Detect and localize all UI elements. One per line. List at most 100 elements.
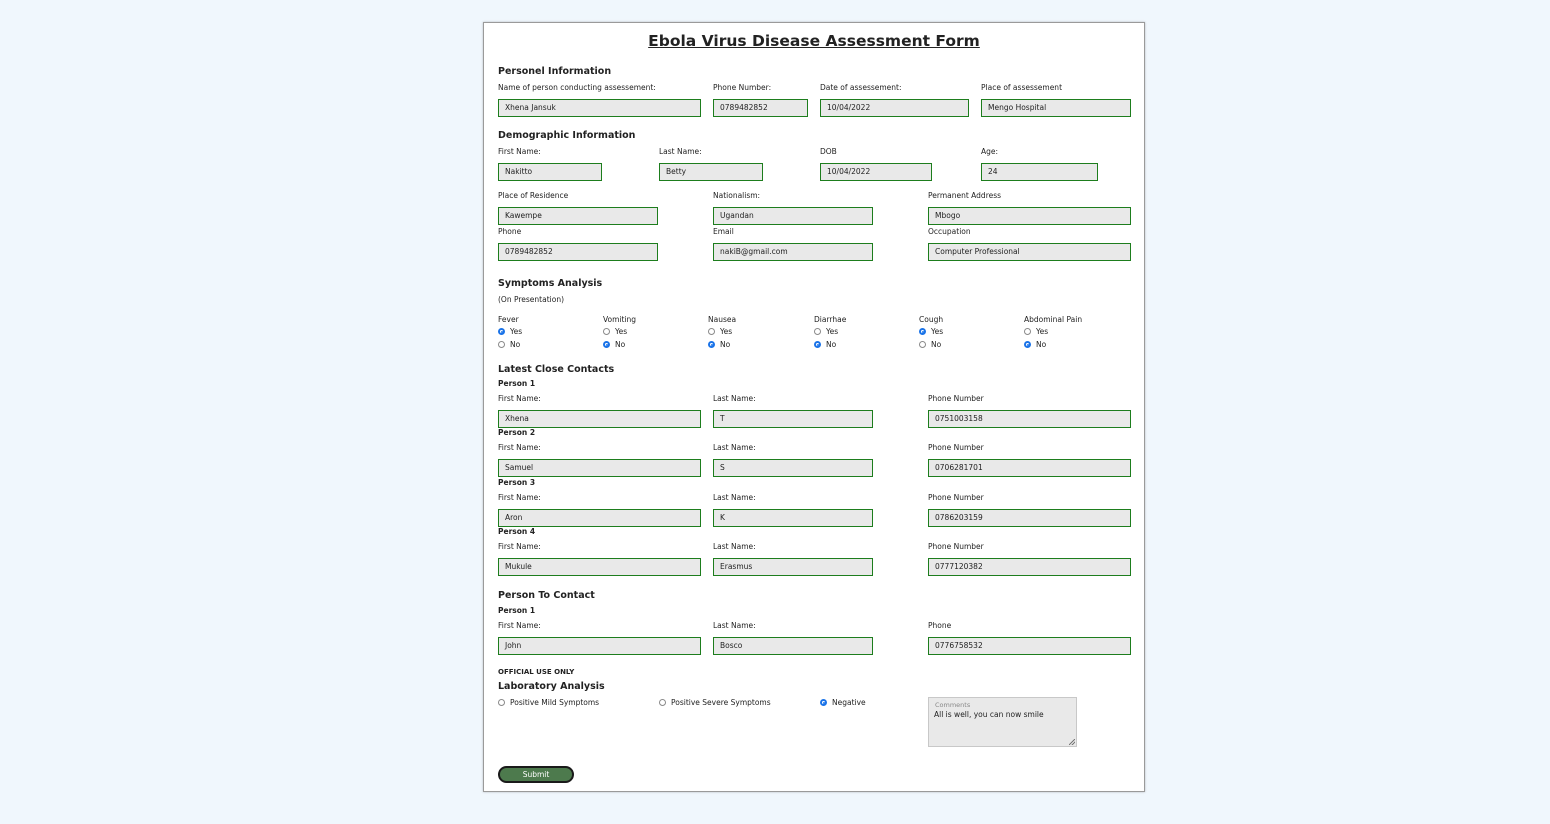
contact-3-phone-label: Phone Number [928,493,984,502]
nationalism-input[interactable]: Ugandan [713,207,873,225]
contact-2-phone-input[interactable]: 0706281701 [928,459,1131,477]
dob-input[interactable]: 10/04/2022 [820,163,932,181]
symptom-abdominal-pain-no-label: No [1036,340,1047,349]
symptom-cough-no-radio[interactable] [919,341,926,348]
section-heading-demographic: Demographic Information [498,130,636,141]
contact-3-last-name-input[interactable]: K [713,509,873,527]
lab-positive-severe-symptoms-label: Positive Severe Symptoms [671,698,771,707]
symptom-fever-no-radio[interactable] [498,341,505,348]
occupation-input[interactable]: Computer Professional [928,243,1131,261]
symptom-vomiting-no-radio[interactable] [603,341,610,348]
submit-button[interactable]: Submit [498,766,574,783]
contact-2-phone-label: Phone Number [928,443,984,452]
contact-person-3-heading: Person 3 [498,478,536,487]
person-to-contact-label: Person 1 [498,606,536,615]
lab-negative-radio[interactable] [820,699,827,706]
last-name-input[interactable]: Betty [659,163,763,181]
contact-1-first-name-input[interactable]: Xhena [498,410,701,428]
contact-4-phone-label: Phone Number [928,542,984,551]
contact-4-last-name-input[interactable]: Erasmus [713,558,873,576]
resize-grip-icon[interactable] [1069,739,1075,745]
symptom-label-cough: Cough [919,315,944,324]
section-heading-laboratory: Laboratory Analysis [498,681,605,692]
contact-1-phone-input[interactable]: 0751003158 [928,410,1131,428]
symptom-fever-yes-label: Yes [510,327,523,336]
symptom-vomiting-yes-radio[interactable] [603,328,610,335]
symptom-diarrhae-no-radio[interactable] [814,341,821,348]
contact-1-last-name-label: Last Name: [713,394,756,403]
symptom-label-nausea: Nausea [708,315,737,324]
symptom-diarrhae-yes-radio[interactable] [814,328,821,335]
contact-person-4-heading: Person 4 [498,527,536,536]
residence-label: Place of Residence [498,191,569,200]
contact-1-first-name-label: First Name: [498,394,541,403]
phone-input[interactable]: 0789482852 [498,243,658,261]
contact-3-first-name-input[interactable]: Aron [498,509,701,527]
lab-positive-mild-symptoms-radio[interactable] [498,699,505,706]
contact-3-first-name-label: First Name: [498,493,541,502]
symptom-abdominal-pain-yes-label: Yes [1036,327,1049,336]
assessor-name-label: Name of person conducting assessement: [498,83,656,92]
official-use-label: OFFICIAL USE ONLY [498,668,575,676]
lab-positive-severe-symptoms-radio[interactable] [659,699,666,706]
comments-placeholder: Comments [935,701,971,709]
dob-label: DOB [820,147,837,156]
email-input[interactable]: nakiB@gmail.com [713,243,873,261]
ptc-last-name-input[interactable]: Bosco [713,637,873,655]
ptc-first-name-input[interactable]: John [498,637,701,655]
email-label: Email [713,227,734,236]
assessment-date-input[interactable]: 10/04/2022 [820,99,969,117]
contact-3-phone-input[interactable]: 0786203159 [928,509,1131,527]
section-heading-symptoms: Symptoms Analysis [498,278,603,289]
assessor-phone-input[interactable]: 0789482852 [713,99,808,117]
symptom-vomiting-no-label: No [615,340,626,349]
ptc-first-name-label: First Name: [498,621,541,630]
contact-4-first-name-input[interactable]: Mukule [498,558,701,576]
symptom-label-abdominal-pain: Abdominal Pain [1024,315,1083,324]
assessment-place-input[interactable]: Mengo Hospital [981,99,1131,117]
contact-3-last-name-label: Last Name: [713,493,756,502]
last-name-label: Last Name: [659,147,702,156]
contact-1-last-name-input[interactable]: T [713,410,873,428]
symptom-vomiting-yes-label: Yes [615,327,628,336]
contact-person-2-heading: Person 2 [498,428,536,437]
assessment-date-label: Date of assessement: [820,83,902,92]
first-name-input[interactable]: Nakitto [498,163,602,181]
address-label: Permanent Address [928,191,1002,200]
lab-positive-mild-symptoms-label: Positive Mild Symptoms [510,698,600,707]
section-heading-person-to-contact: Person To Contact [498,590,595,601]
address-input[interactable]: Mbogo [928,207,1131,225]
symptom-cough-no-label: No [931,340,942,349]
age-input[interactable]: 24 [981,163,1098,181]
section-heading-contacts: Latest Close Contacts [498,364,615,375]
symptom-label-vomiting: Vomiting [603,315,637,324]
symptom-abdominal-pain-no-radio[interactable] [1024,341,1031,348]
symptom-label-diarrhae: Diarrhae [814,315,847,324]
contact-2-last-name-input[interactable]: S [713,459,873,477]
first-name-label: First Name: [498,147,541,156]
symptom-fever-yes-radio[interactable] [498,328,505,335]
symptom-fever-no-label: No [510,340,521,349]
comments-value: All is well, you can now smile [934,710,1044,719]
section-heading-personnel: Personel Information [498,66,612,77]
symptom-nausea-yes-radio[interactable] [708,328,715,335]
assessment-form: Ebola Virus Disease Assessment Form Pers… [483,22,1145,792]
assessor-name-input[interactable]: Xhena Jansuk [498,99,701,117]
assessment-place-label: Place of assessement [981,83,1063,92]
symptoms-subheading: (On Presentation) [498,295,564,304]
occupation-label: Occupation [928,227,971,236]
ptc-last-name-label: Last Name: [713,621,756,630]
symptom-abdominal-pain-yes-radio[interactable] [1024,328,1031,335]
symptom-nausea-no-label: No [720,340,731,349]
residence-input[interactable]: Kawempe [498,207,658,225]
symptom-nausea-no-radio[interactable] [708,341,715,348]
contact-2-first-name-input[interactable]: Samuel [498,459,701,477]
contact-4-phone-input[interactable]: 0777120382 [928,558,1131,576]
contact-2-last-name-label: Last Name: [713,443,756,452]
symptom-cough-yes-label: Yes [931,327,944,336]
symptom-cough-yes-radio[interactable] [919,328,926,335]
lab-negative-label: Negative [832,698,866,707]
comments-textarea[interactable]: Comments All is well, you can now smile [928,697,1077,747]
symptom-nausea-yes-label: Yes [720,327,733,336]
ptc-phone-input[interactable]: 0776758532 [928,637,1131,655]
